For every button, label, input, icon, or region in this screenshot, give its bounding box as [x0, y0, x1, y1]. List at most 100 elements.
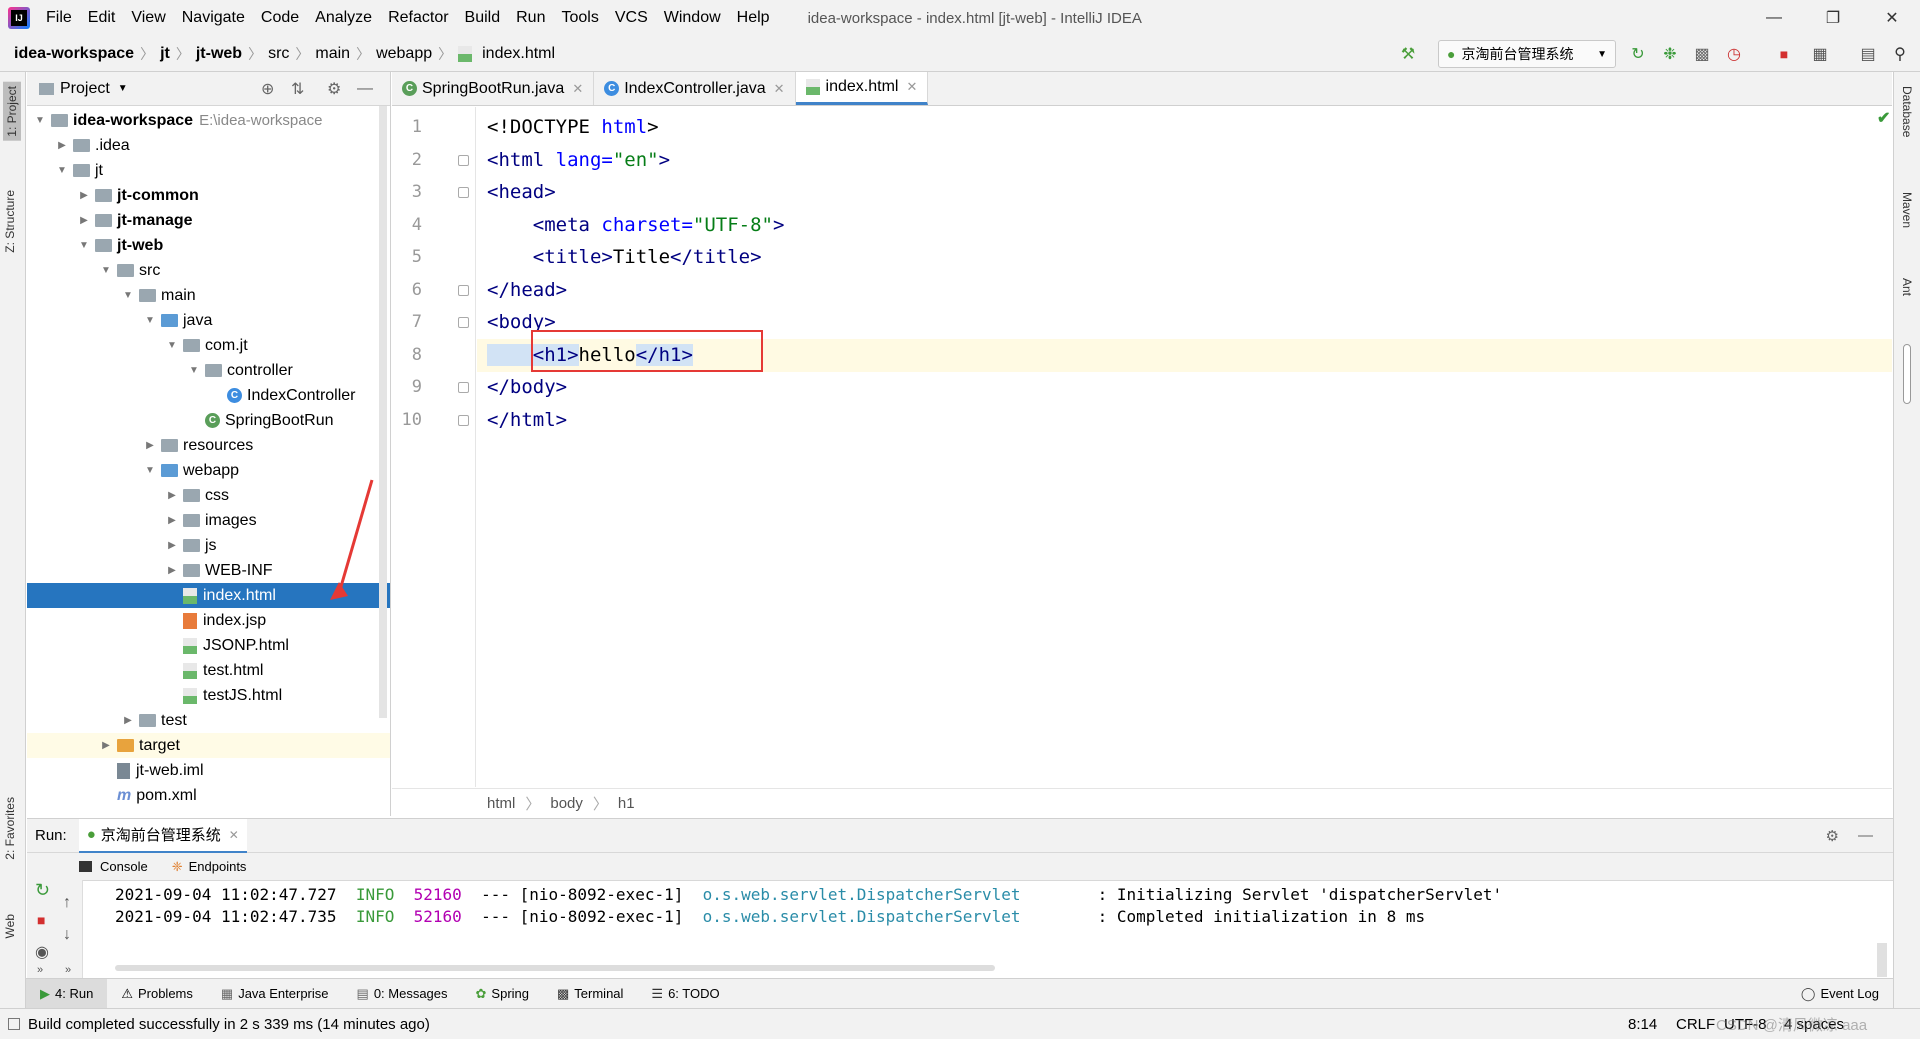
expanded-arrow-icon[interactable]: ▼	[187, 365, 201, 376]
collapsed-arrow-icon[interactable]: ▶	[165, 540, 179, 551]
menu-code[interactable]: Code	[253, 0, 307, 36]
tree-item-jt-manage[interactable]: ▶ jt-manage	[27, 208, 390, 233]
code-line[interactable]: </html>	[477, 404, 1892, 437]
tree-item-test[interactable]: ▶ test	[27, 708, 390, 733]
tab-problems[interactable]: ⚠ Problems	[107, 979, 207, 1009]
code-line[interactable]: <title>Title</title>	[477, 241, 1892, 274]
crumb-h1[interactable]: h1	[618, 795, 635, 812]
tab-indexcontroller-java[interactable]: C IndexController.java ✕	[594, 72, 796, 105]
expanded-arrow-icon[interactable]: ▼	[121, 290, 135, 301]
build-hammer-icon[interactable]: ⚒	[1396, 42, 1420, 66]
tree-item-index-html[interactable]: index.html	[27, 583, 390, 608]
collapsed-arrow-icon[interactable]: ▶	[99, 740, 113, 751]
expanded-arrow-icon[interactable]: ▼	[77, 240, 91, 251]
tab-ant[interactable]: Ant	[1900, 278, 1914, 296]
collapsed-arrow-icon[interactable]: ▶	[165, 565, 179, 576]
crumb-webapp[interactable]: webapp	[372, 45, 436, 63]
menu-analyze[interactable]: Analyze	[307, 0, 380, 36]
tree-item-pom-xml[interactable]: m pom.xml	[27, 783, 390, 808]
subtab-endpoints[interactable]: ❈ Endpoints	[172, 859, 247, 875]
close-tab-icon[interactable]: ✕	[774, 81, 785, 97]
console-hscrollbar[interactable]	[115, 965, 995, 971]
code-line[interactable]: <html lang="en">	[477, 144, 1892, 177]
code-line[interactable]: <meta charset="UTF-8">	[477, 209, 1892, 242]
editor-scrollbar[interactable]	[1903, 344, 1911, 404]
tree-item-jsonp-html[interactable]: JSONP.html	[27, 633, 390, 658]
tab-springbootrun-java[interactable]: C SpringBootRun.java ✕	[392, 72, 595, 105]
expanded-arrow-icon[interactable]: ▼	[33, 115, 47, 126]
tab-maven[interactable]: Maven	[1900, 192, 1914, 228]
profiler-icon[interactable]: ◷	[1722, 42, 1746, 66]
crumb-idea-workspace[interactable]: idea-workspace	[10, 45, 138, 63]
tree-item-indexcontroller[interactable]: C IndexController	[27, 383, 390, 408]
tab-spring[interactable]: ✿ Spring	[462, 979, 543, 1009]
tab-todo[interactable]: ☰ 6: TODO	[637, 979, 733, 1009]
expanded-arrow-icon[interactable]: ▼	[143, 315, 157, 326]
menu-help[interactable]: Help	[729, 0, 778, 36]
close-tab-icon[interactable]: ✕	[906, 79, 917, 95]
code-line[interactable]: </head>	[477, 274, 1892, 307]
expanded-arrow-icon[interactable]: ▼	[99, 265, 113, 276]
tree-item-resources[interactable]: ▶ resources	[27, 433, 390, 458]
presentation-icon[interactable]: ▤	[1856, 42, 1880, 66]
menu-window[interactable]: Window	[656, 0, 729, 36]
gear-icon[interactable]: ⚙	[1826, 827, 1839, 845]
expanded-arrow-icon[interactable]: ▼	[143, 465, 157, 476]
tree-item-idea[interactable]: ▶ .idea	[27, 133, 390, 158]
collapsed-arrow-icon[interactable]: ▶	[165, 490, 179, 501]
stop-icon[interactable]: ■	[1772, 42, 1796, 66]
tab-web[interactable]: Web	[3, 914, 17, 938]
menu-build[interactable]: Build	[457, 0, 509, 36]
line-separator[interactable]: CRLF	[1676, 1009, 1715, 1040]
tree-item-webapp[interactable]: ▼ webapp	[27, 458, 390, 483]
more-icon[interactable]: »	[37, 964, 43, 976]
tree-scrollbar[interactable]	[379, 106, 387, 718]
tree-item-index-jsp[interactable]: index.jsp	[27, 608, 390, 633]
collapsed-arrow-icon[interactable]: ▶	[55, 140, 69, 151]
tab-index-html[interactable]: index.html ✕	[795, 72, 929, 105]
gear-icon[interactable]: ⚙	[327, 79, 341, 99]
caret-position[interactable]: 8:14	[1628, 1009, 1657, 1040]
tree-item-test-html[interactable]: test.html	[27, 658, 390, 683]
tree-item-springbootrun[interactable]: C SpringBootRun	[27, 408, 390, 433]
collapsed-arrow-icon[interactable]: ▶	[77, 190, 91, 201]
fold-marker-icon[interactable]	[458, 187, 469, 198]
menu-refactor[interactable]: Refactor	[380, 0, 456, 36]
close-tab-icon[interactable]: ✕	[572, 81, 583, 97]
crumb-jt-web[interactable]: jt-web	[192, 45, 246, 63]
tab-database[interactable]: Database	[1900, 86, 1914, 137]
code-line[interactable]: <head>	[477, 176, 1892, 209]
locate-file-icon[interactable]: ⊕	[261, 79, 274, 99]
more-icon[interactable]: »	[65, 964, 71, 976]
crumb-html[interactable]: html	[487, 795, 515, 812]
rerun-icon[interactable]: ↻	[1626, 42, 1650, 66]
camera-icon[interactable]: ◉	[35, 942, 49, 962]
arrow-up-icon[interactable]: ↑	[63, 894, 71, 912]
tree-item-jt[interactable]: ▼ jt	[27, 158, 390, 183]
tab-event-log[interactable]: ◯ Event Log	[1787, 979, 1893, 1009]
toggle-tool-windows-icon[interactable]	[8, 1018, 20, 1030]
arrow-down-icon[interactable]: ↓	[63, 926, 71, 944]
tab-project[interactable]: 1: Project	[3, 82, 21, 141]
search-everywhere-icon[interactable]: ⚲	[1888, 42, 1912, 66]
expanded-arrow-icon[interactable]: ▼	[165, 340, 179, 351]
tree-item-images[interactable]: ▶ images	[27, 508, 390, 533]
rerun-icon[interactable]: ↻	[35, 880, 50, 901]
collapsed-arrow-icon[interactable]: ▶	[165, 515, 179, 526]
subtab-console[interactable]: Console	[79, 859, 148, 874]
tab-structure[interactable]: Z: Structure	[3, 190, 17, 253]
crumb-src[interactable]: src	[264, 45, 293, 63]
collapsed-arrow-icon[interactable]: ▶	[77, 215, 91, 226]
stop-icon[interactable]: ■	[37, 912, 45, 928]
chevron-down-icon[interactable]: ▼	[118, 83, 128, 94]
menu-file[interactable]: File	[38, 0, 80, 36]
collapsed-arrow-icon[interactable]: ▶	[143, 440, 157, 451]
run-configuration-select[interactable]: ● 京淘前台管理系统 ▼	[1438, 40, 1616, 68]
close-tab-icon[interactable]: ✕	[229, 828, 239, 842]
crumb-index-html[interactable]: index.html	[478, 45, 559, 63]
tree-item-testjs-html[interactable]: testJS.html	[27, 683, 390, 708]
menu-run[interactable]: Run	[508, 0, 553, 36]
tab-messages[interactable]: ▤ 0: Messages	[343, 979, 462, 1009]
collapse-all-icon[interactable]: ⇅	[291, 79, 304, 99]
coverage-icon[interactable]: ▩	[1690, 42, 1714, 66]
